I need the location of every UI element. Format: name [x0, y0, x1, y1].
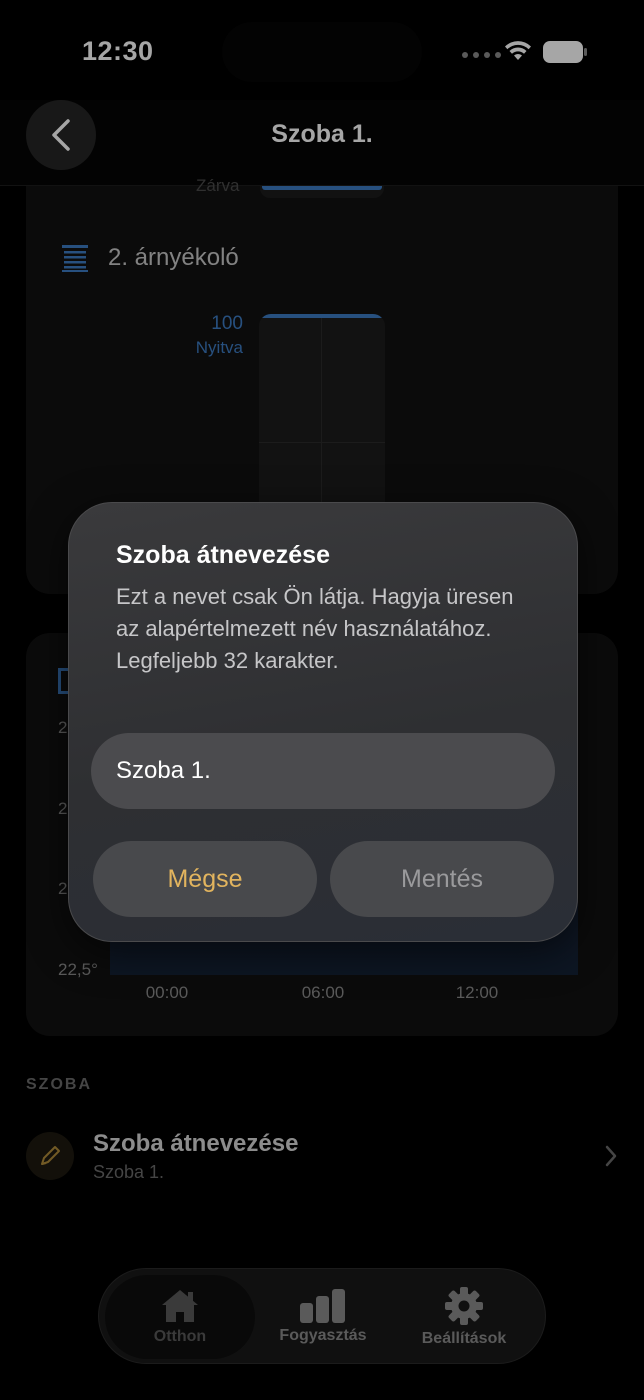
rename-room-dialog: Szoba átnevezése Ezt a nevet csak Ön lát…	[68, 502, 578, 942]
save-button[interactable]: Mentés	[330, 841, 554, 917]
room-name-input[interactable]	[91, 733, 555, 809]
cancel-button[interactable]: Mégse	[93, 841, 317, 917]
dialog-title: Szoba átnevezése	[116, 541, 330, 569]
dialog-message: Ezt a nevet csak Ön látja. Hagyja üresen…	[116, 584, 514, 673]
